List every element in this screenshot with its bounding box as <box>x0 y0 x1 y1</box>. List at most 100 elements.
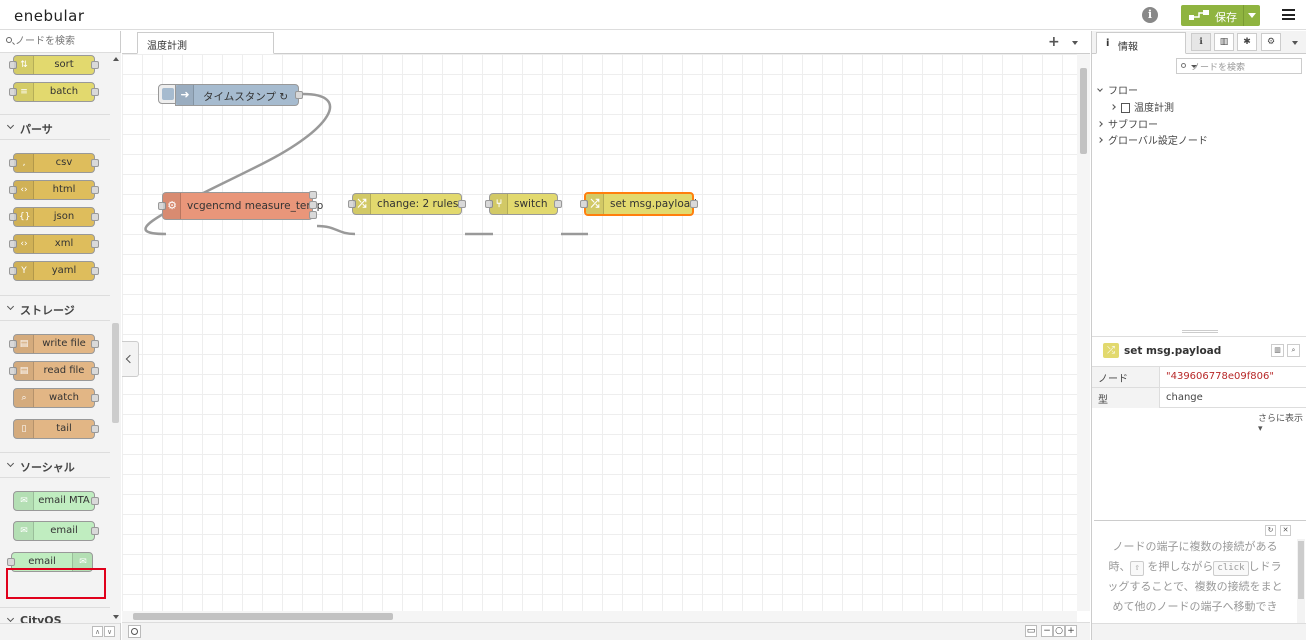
flow-list-caret-icon[interactable] <box>1072 41 1078 45</box>
file-in-icon: ▤ <box>14 362 34 380</box>
inject-arrow-icon: ➜ <box>176 85 194 105</box>
add-flow-icon[interactable]: + <box>1048 34 1060 50</box>
scroll-down-icon[interactable] <box>113 615 119 619</box>
chevron-down-icon <box>6 302 15 311</box>
scroll-up-icon[interactable] <box>113 57 119 61</box>
palette-node-email-mta[interactable]: ✉ email MTA <box>13 491 99 511</box>
gear-icon[interactable]: ⚙ <box>1261 33 1281 51</box>
watch-icon: ⌕ <box>14 389 34 407</box>
highlight-box <box>6 568 106 599</box>
palette-category-storage[interactable]: ストレージ <box>0 295 110 321</box>
palette-node-watch[interactable]: ⌕ watch <box>13 388 99 408</box>
output-port-3[interactable] <box>309 211 317 219</box>
vertical-scroll-thumb[interactable] <box>1080 68 1087 154</box>
chevron-down-icon <box>6 121 15 130</box>
file-icon: ▯ <box>14 420 34 438</box>
palette-node-yaml[interactable]: Y yaml <box>9 261 99 281</box>
output-port[interactable] <box>554 200 562 208</box>
palette-node-tail[interactable]: ▯ tail <box>13 419 99 439</box>
palette-toggle-button[interactable] <box>122 341 139 377</box>
tree-flows[interactable]: フロー <box>1097 82 1138 97</box>
show-more-link[interactable]: さらに表示 ▾ <box>1258 411 1306 434</box>
output-port[interactable] <box>458 200 466 208</box>
output-port[interactable] <box>295 91 303 99</box>
inject-trigger-button[interactable] <box>158 84 176 104</box>
flow-node-change-rules[interactable]: ⤮ change: 2 rules <box>348 193 466 215</box>
palette-node-csv[interactable]: , csv <box>9 153 99 173</box>
tree-subflows[interactable]: サブフロー <box>1097 116 1158 131</box>
bug-icon[interactable]: ✱ <box>1237 33 1257 51</box>
xml-icon: ‹› <box>14 235 34 253</box>
book-icon[interactable]: ▥ <box>1214 33 1234 51</box>
palette-node-batch[interactable]: ≡ batch <box>9 82 99 102</box>
node-palette: ⇅ sort ≡ batch パーサ , csv ‹› html <box>0 31 121 640</box>
flow-node-switch[interactable]: ⑂ switch <box>485 193 562 215</box>
horizontal-scroll-thumb[interactable] <box>133 613 393 620</box>
palette-node-xml[interactable]: ‹› xml <box>9 234 99 254</box>
output-port[interactable] <box>690 200 698 208</box>
palette-node-sort[interactable]: ⇅ sort <box>9 55 99 75</box>
tab-info[interactable]: i 情報 <box>1096 32 1186 54</box>
deploy-separator <box>1243 5 1244 26</box>
sort-icon: ⇅ <box>14 56 34 74</box>
app-logo: enebular <box>14 7 85 25</box>
palette-category-cityos[interactable]: CityOS <box>0 607 110 623</box>
flow-icon <box>1121 103 1130 113</box>
app-header: enebular i 保存 <box>0 0 1306 30</box>
palette-scroll-thumb[interactable] <box>112 323 119 423</box>
sidebar-resize-handle[interactable] <box>1182 330 1218 333</box>
palette-node-json[interactable]: {} json <box>9 207 99 227</box>
workspace-horizontal-scrollbar[interactable] <box>122 611 1077 622</box>
palette-category-social[interactable]: ソーシャル <box>0 452 110 478</box>
flow-node-set-payload[interactable]: ⤮ set msg.payload <box>580 192 698 216</box>
flow-canvas[interactable]: ➜ タイムスタンプ ↻ ⚙ vcgencmd measure_temp ⤮ ch… <box>122 54 1077 611</box>
tree-flow-item[interactable]: 温度計測 <box>1110 99 1174 114</box>
sidebar: i 情報 ℹ ▥ ✱ ⚙ ノードを検索 フロー 温度計測 サブフロー グローバル… <box>1091 31 1306 640</box>
output-port-2[interactable] <box>309 201 317 209</box>
workspace-footer: ▭ − ○ + <box>122 622 1090 640</box>
navigator-icon[interactable]: ▭ <box>1025 625 1037 637</box>
refresh-icon[interactable]: ↻ <box>1265 525 1276 536</box>
palette-node-html[interactable]: ‹› html <box>9 180 99 200</box>
envelope-icon: ✉ <box>14 522 34 540</box>
info-icon[interactable]: ℹ <box>1191 33 1211 51</box>
batch-icon: ≡ <box>14 83 34 101</box>
chevron-right-icon <box>1097 137 1103 143</box>
book-icon[interactable]: ▥ <box>1271 344 1284 357</box>
search-flows-button[interactable] <box>128 625 141 638</box>
close-icon[interactable]: ✕ <box>1280 525 1291 536</box>
help-tip-text: ノードの端子に複数の接続がある時、 ⇧ を押しながら click しドラッグすることで… <box>1107 540 1283 613</box>
tree-global-config[interactable]: グローバル設定ノード <box>1097 132 1208 147</box>
palette-node-read-file[interactable]: ▤ read file <box>9 361 99 381</box>
shuffle-icon: ⤮ <box>353 194 371 214</box>
main-menu-icon[interactable] <box>1282 9 1295 20</box>
tab-flow[interactable]: 温度計測 <box>137 32 274 54</box>
palette-node-write-file[interactable]: ▤ write file <box>9 334 99 354</box>
palette-node-email-in[interactable]: ✉ email <box>13 521 99 541</box>
output-port-1[interactable] <box>309 191 317 199</box>
zoom-out-button[interactable]: − <box>1041 625 1053 637</box>
palette-scrollbar[interactable] <box>110 53 121 623</box>
node-info-header: ⤮ set msg.payload ▥ ⌕ <box>1092 336 1306 364</box>
chevron-down-icon <box>6 614 15 623</box>
tab-info-label: 情報 <box>1118 42 1138 53</box>
wires <box>144 92 588 236</box>
palette-body: ⇅ sort ≡ batch パーサ , csv ‹› html {} json… <box>0 53 110 623</box>
collapse-all-button[interactable]: ∧ <box>92 626 103 637</box>
yaml-icon: Y <box>14 262 34 280</box>
expand-all-button[interactable]: ∨ <box>104 626 115 637</box>
flow-node-exec[interactable]: ⚙ vcgencmd measure_temp <box>158 191 323 220</box>
shuffle-icon: ⤮ <box>1103 343 1119 358</box>
deploy-button[interactable]: 保存 <box>1181 5 1260 26</box>
zoom-reset-button[interactable]: ○ <box>1053 625 1065 637</box>
sidebar-search[interactable]: ノードを検索 <box>1176 58 1302 74</box>
info-icon[interactable]: i <box>1142 7 1158 23</box>
zoom-in-button[interactable]: + <box>1065 625 1077 637</box>
palette-category-parser[interactable]: パーサ <box>0 114 110 140</box>
sidebar-menu-caret-icon[interactable] <box>1292 41 1298 45</box>
search-icon[interactable]: ⌕ <box>1287 344 1300 357</box>
palette-search-input[interactable] <box>15 34 115 49</box>
deploy-menu-caret-icon[interactable] <box>1248 13 1256 18</box>
flow-node-inject[interactable]: ➜ タイムスタンプ ↻ <box>175 84 303 106</box>
workspace-vertical-scrollbar[interactable] <box>1077 54 1090 611</box>
